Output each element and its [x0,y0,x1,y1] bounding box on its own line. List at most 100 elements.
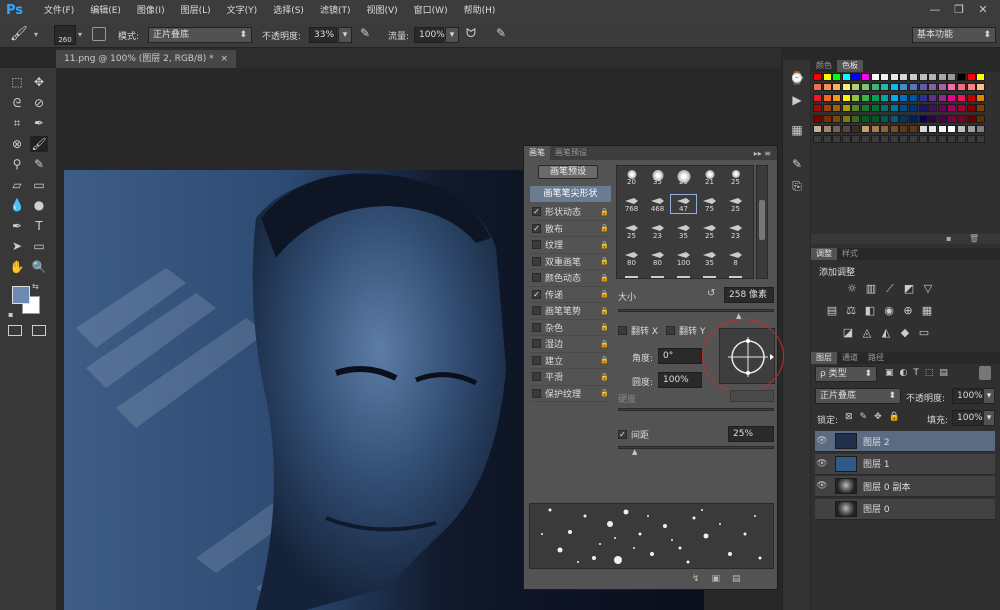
layer-opacity-input[interactable]: 100% [952,388,983,404]
color-swatch[interactable] [861,114,870,123]
color-swatch[interactable] [957,73,966,81]
color-swatch[interactable] [832,73,842,81]
workspace-select[interactable]: 基本功能 ⬍ [912,27,996,43]
pressure-opacity-icon[interactable]: ✎ [360,26,370,40]
flow-input[interactable]: 100% [414,27,445,43]
brightness-icon[interactable]: ☼ [845,282,859,296]
lock-icon[interactable]: 🔒 [600,373,609,381]
color-swatch[interactable] [870,73,880,81]
brush-tip[interactable] [619,276,644,278]
brush-presets-button[interactable]: 画笔预设 [538,165,598,179]
dodge-icon[interactable]: ● [30,197,48,213]
brush-option-checkbox[interactable] [532,256,541,266]
minimize-icon[interactable]: — [924,0,946,20]
panel-menu-icon[interactable]: ▸▸ ≡ [754,149,771,158]
chevron-down-icon[interactable]: ▾ [34,30,38,39]
color-swatch[interactable] [957,93,966,102]
color-swatch[interactable] [851,125,861,133]
roundness-input[interactable]: 100% [658,372,702,388]
angle-input[interactable]: 0° [658,348,702,364]
color-swatch[interactable] [899,125,909,133]
color-swatch[interactable] [928,73,938,81]
properties-icon[interactable]: ▦ [789,122,805,138]
selective-color-icon[interactable]: ◆ [898,326,912,340]
color-swatch[interactable] [870,135,880,144]
color-swatch[interactable] [832,104,842,113]
color-swatch[interactable] [841,83,851,92]
color-swatch[interactable] [937,93,947,102]
menu-item[interactable]: 图层(L) [173,0,219,22]
color-swatch[interactable] [841,73,851,81]
color-swatch[interactable] [957,83,966,92]
lock-icon[interactable]: 🔒 [600,307,609,315]
color-swatch[interactable] [966,93,976,102]
color-swatch[interactable] [918,125,928,133]
color-swatch[interactable] [880,83,890,92]
brush-option-checkbox[interactable]: ✓ [532,289,541,299]
lock-icon[interactable]: 🔒 [600,356,609,364]
menu-item[interactable]: 图像(I) [129,0,173,22]
brush-option-11[interactable]: 保护纹理 🔒 [530,386,611,402]
color-swatch[interactable] [966,114,976,123]
brush-tip[interactable]: 35 [697,249,722,267]
brush-tip[interactable]: 25 [723,168,748,186]
color-swatch[interactable] [841,125,851,133]
fill-dropdown[interactable]: ▾ [983,410,995,426]
menu-item[interactable]: 窗口(W) [406,0,456,22]
color-swatch[interactable] [937,135,947,144]
brush-option-checkbox[interactable] [532,372,541,382]
layer-filter-select[interactable]: ρ 类型 ⬍ [815,366,877,382]
color-swatch[interactable] [918,104,928,113]
color-swatch[interactable] [957,114,966,123]
color-swatch[interactable] [918,135,928,144]
clone-source-icon[interactable]: ⎘ [789,178,805,194]
brush-option-checkbox[interactable] [532,240,541,250]
marquee-icon[interactable]: ⬚ [8,74,26,90]
spacing-slider-thumb[interactable]: ▲ [632,448,637,456]
path-select-icon[interactable]: ➤ [8,238,26,254]
tab-styles[interactable]: 样式 [837,248,863,260]
spacing-option[interactable]: ✓ 间距 [618,428,649,441]
brush-tip[interactable]: 23 [645,222,670,240]
color-swatch[interactable] [937,114,947,123]
opacity-input[interactable]: 33% [309,27,337,43]
brush-option-8[interactable]: 湿边 🔒 [530,336,611,353]
color-swatch[interactable] [899,83,909,92]
layer-row[interactable]: 👁 图层 1 [815,453,995,475]
color-swatch[interactable] [976,125,986,133]
eye-icon[interactable]: 👁 [815,481,829,491]
layer-opacity-dropdown[interactable]: ▾ [983,388,995,404]
pressure-size-icon[interactable]: ✎ [496,26,506,40]
reset-size-icon[interactable]: ↺ [707,288,715,299]
brush-option-10[interactable]: 平滑 🔒 [530,369,611,386]
color-swatch[interactable] [813,104,822,113]
color-swatch[interactable] [909,114,918,123]
gradient-map-icon[interactable]: ▭ [917,326,931,340]
color-swatch[interactable] [957,125,966,133]
brush-tip-grid[interactable]: 20 35 25 21 25 768 468 47 75 25 25 23 35 25 23 80 80 100 3… [616,165,754,279]
color-swatch[interactable] [832,114,842,123]
zoom-icon[interactable]: 🔍 [30,259,48,275]
menu-item[interactable]: 文字(Y) [219,0,266,22]
color-swatch[interactable] [966,83,976,92]
crop-icon[interactable]: ⌗ [8,115,26,131]
color-swatch[interactable] [822,83,832,92]
color-swatch[interactable] [832,135,842,144]
color-swatch[interactable] [861,125,870,133]
menu-item[interactable]: 滤镜(T) [312,0,359,22]
tab-layers[interactable]: 图层 [811,352,837,364]
color-swatch[interactable] [976,135,986,144]
brush-icon[interactable]: 🖌 [30,135,48,152]
menu-item[interactable]: 视图(V) [358,0,405,22]
healing-icon[interactable]: ⊗ [8,136,26,152]
brush-tip[interactable]: 100 [671,249,696,267]
color-swatch[interactable] [861,83,870,92]
eye-icon[interactable]: 👁 [815,436,829,446]
menu-item[interactable]: 编辑(E) [82,0,129,22]
brush-tip[interactable]: 35 [645,168,670,186]
eyedropper-icon[interactable]: ✒ [30,115,48,131]
flip-x-option[interactable]: 翻转 X [618,324,658,337]
opacity-dropdown[interactable]: ▾ [338,27,352,43]
trash-icon[interactable]: 🗑 [969,234,979,243]
color-swatch[interactable] [918,93,928,102]
